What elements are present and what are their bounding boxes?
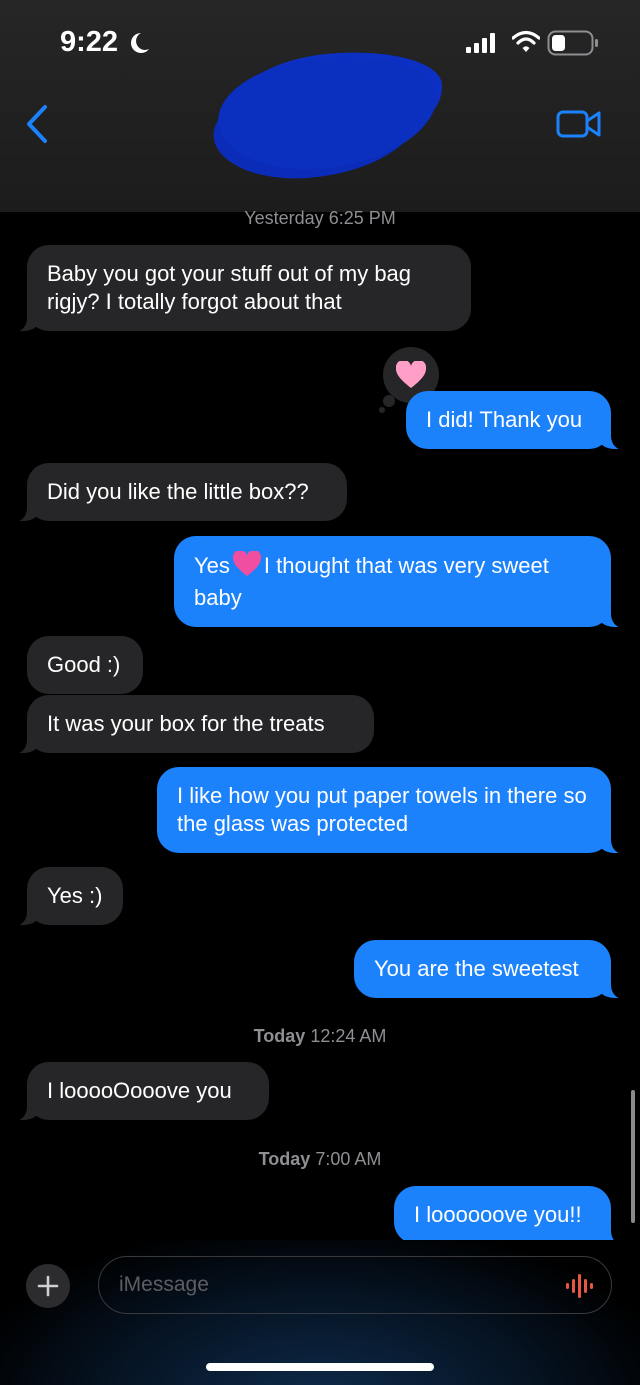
pink-heart-icon	[232, 549, 261, 584]
wifi-icon	[511, 30, 541, 59]
cellular-signal-icon	[466, 33, 498, 58]
plus-icon	[37, 1275, 59, 1297]
timestamp: Yesterday 6:25 PM	[244, 208, 396, 228]
sent-message[interactable]: I like how you put paper towels in there…	[157, 767, 625, 854]
received-message[interactable]: I looooOooove you	[13, 1062, 269, 1121]
timestamp: Today 12:24 AM	[253, 1026, 387, 1046]
battery-icon	[547, 30, 599, 61]
sent-message[interactable]: You are the sweetest	[354, 940, 625, 999]
scrollbar[interactable]	[631, 1090, 635, 1223]
received-message[interactable]: Baby you got your stuff out of my bag ri…	[13, 245, 471, 332]
received-message[interactable]: It was your box for the treats	[13, 695, 374, 754]
timestamp: Today 7:00 AM	[258, 1149, 382, 1169]
sent-message[interactable]: Yes I thought that was very sweet baby	[174, 536, 625, 628]
moon-icon	[127, 31, 151, 60]
received-message[interactable]: Good :)	[27, 636, 143, 694]
pink-heart-icon	[396, 361, 426, 388]
message-input-placeholder: iMessage	[119, 1273, 209, 1296]
received-message[interactable]: Yes :)	[13, 867, 123, 926]
status-time: 9:22	[60, 26, 119, 58]
received-message[interactable]: Did you like the little box??	[13, 463, 347, 522]
sent-message[interactable]: I loooooove you!!	[394, 1186, 625, 1245]
waveform-icon[interactable]	[565, 1273, 595, 1304]
home-indicator[interactable]	[206, 1363, 434, 1371]
plus-button[interactable]	[26, 1264, 70, 1308]
sent-message[interactable]: I did! Thank you	[406, 391, 625, 450]
message-input[interactable]: iMessage	[98, 1256, 612, 1314]
video-camera-icon[interactable]	[556, 108, 602, 145]
chevron-left-icon[interactable]	[24, 104, 50, 149]
